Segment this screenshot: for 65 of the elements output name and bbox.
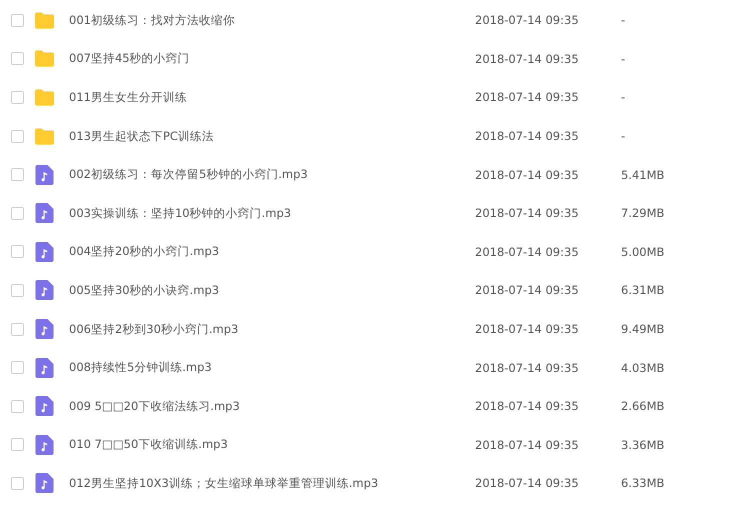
checkbox[interactable]	[11, 284, 24, 297]
file-name[interactable]: 009 5□□20下收缩法练习.mp3	[69, 398, 475, 414]
file-name[interactable]: 010 7□□50下收缩训练.mp3	[69, 437, 475, 452]
file-name[interactable]: 013男生起状态下PC训练法	[69, 128, 475, 144]
modified-date: 2018-07-14 09:35	[475, 322, 580, 336]
folder-icon	[35, 12, 54, 29]
folder-icon	[35, 50, 54, 68]
modified-date: 2018-07-14 09:35	[475, 90, 580, 104]
file-name[interactable]: 011男生女生分开训练	[69, 90, 475, 105]
checkbox[interactable]	[11, 90, 24, 104]
file-size: 3.36MB	[621, 438, 664, 452]
file-size: 4.03MB	[621, 360, 664, 375]
file-size: 9.49MB	[621, 322, 664, 336]
checkbox[interactable]	[11, 245, 24, 258]
file-size: -	[621, 90, 626, 104]
modified-date: 2018-07-14 09:35	[475, 52, 580, 66]
music-file-icon	[35, 358, 54, 378]
file-name[interactable]: 004坚持20秒的小窍门.mp3	[69, 244, 475, 260]
music-file-icon	[35, 242, 54, 262]
checkbox[interactable]	[11, 438, 24, 452]
checkbox[interactable]	[11, 168, 24, 182]
file-name[interactable]: 005坚持30秒的小诀窍.mp3	[69, 282, 475, 298]
music-file-icon	[35, 396, 54, 416]
file-size: 5.41MB	[621, 168, 664, 182]
checkbox[interactable]	[11, 130, 24, 143]
modified-date: 2018-07-14 09:35	[475, 438, 580, 452]
file-name[interactable]: 006坚持2秒到30秒小窍门.mp3	[69, 322, 475, 337]
file-size: 6.33MB	[621, 476, 664, 490]
modified-date: 2018-07-14 09:35	[475, 244, 580, 259]
music-file-icon	[35, 319, 54, 340]
modified-date: 2018-07-14 09:35	[475, 13, 580, 28]
file-size: -	[621, 13, 626, 28]
checkbox[interactable]	[11, 322, 24, 336]
modified-date: 2018-07-14 09:35	[475, 168, 580, 182]
file-size: 7.29MB	[621, 206, 664, 220]
music-file-icon	[35, 203, 54, 224]
file-size: -	[621, 129, 626, 144]
checkbox[interactable]	[11, 400, 24, 413]
file-size: 5.00MB	[621, 244, 664, 259]
folder-icon	[35, 88, 54, 106]
file-size: 2.66MB	[621, 399, 664, 414]
file-name[interactable]: 007坚持45秒的小窍门	[69, 51, 475, 66]
music-file-icon	[35, 473, 54, 494]
music-file-icon	[35, 434, 54, 455]
file-name[interactable]: 012男生坚持10X3训练；女生缩球单球举重管理训练.mp3	[69, 476, 475, 491]
folder-icon	[35, 128, 54, 145]
checkbox[interactable]	[11, 206, 24, 220]
checkbox[interactable]	[11, 14, 24, 27]
modified-date: 2018-07-14 09:35	[475, 399, 580, 414]
modified-date: 2018-07-14 09:35	[475, 129, 580, 144]
modified-date: 2018-07-14 09:35	[475, 476, 580, 490]
checkbox[interactable]	[11, 52, 24, 66]
file-name[interactable]: 008持续性5分钟训练.mp3	[69, 360, 475, 376]
file-size: -	[621, 52, 626, 66]
checkbox[interactable]	[11, 476, 24, 490]
checkbox[interactable]	[11, 361, 24, 374]
music-file-icon	[35, 164, 54, 185]
modified-date: 2018-07-14 09:35	[475, 360, 580, 375]
modified-date: 2018-07-14 09:35	[475, 206, 580, 220]
file-name[interactable]: 001初级练习：找对方法收缩你	[69, 12, 475, 28]
file-size: 6.31MB	[621, 283, 664, 298]
file-name[interactable]: 003实操训练：坚持10秒钟的小窍门.mp3	[69, 206, 475, 221]
file-name[interactable]: 002初级练习：每次停留5秒钟的小窍门.mp3	[69, 167, 475, 182]
music-file-icon	[35, 280, 54, 300]
modified-date: 2018-07-14 09:35	[475, 283, 580, 298]
